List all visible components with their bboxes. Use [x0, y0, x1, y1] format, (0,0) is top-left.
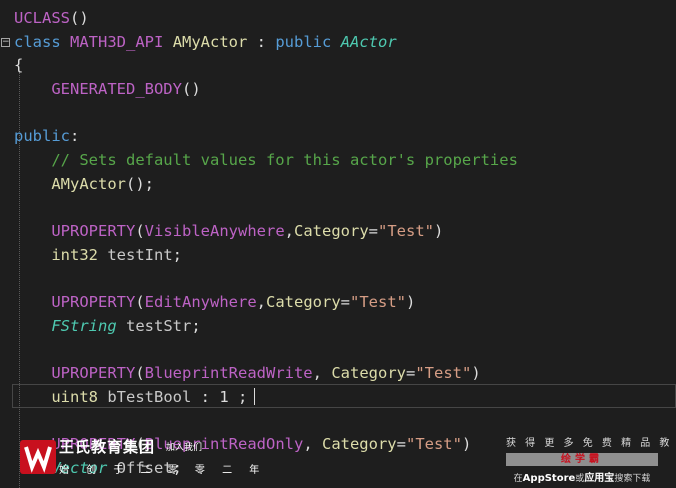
code-token: , — [303, 435, 322, 453]
code-token: MATH3D_API — [70, 33, 164, 51]
code-token: public — [275, 33, 332, 51]
code-token: = — [405, 364, 416, 382]
code-token: testStr — [126, 317, 192, 335]
code-token: { — [14, 56, 24, 74]
code-token: Category — [321, 435, 397, 453]
code-token: : — [70, 127, 80, 145]
code-token: () — [181, 80, 201, 98]
watermark-org-name: 王氏教育集团 — [59, 438, 156, 456]
code-token: UPROPERTY — [51, 222, 136, 240]
watermark-app-name: 绘学霸 — [506, 453, 658, 466]
code-text[interactable]: FString testStr; — [14, 314, 201, 338]
code-token: ( — [135, 293, 145, 311]
hint-post: 搜索下载 — [614, 474, 651, 484]
code-text[interactable]: UPROPERTY(VisibleAnywhere,Category="Test… — [14, 219, 443, 243]
code-token: ) — [406, 293, 416, 311]
code-token: ) — [461, 435, 472, 453]
code-text[interactable]: class MATH3D_API AMyActor : public AActo… — [14, 30, 397, 54]
code-token: class — [14, 33, 61, 51]
brand-logo-icon — [20, 440, 56, 474]
code-text[interactable]: uint8 bTestBool : 1 ; — [14, 385, 247, 409]
code-token: testInt — [107, 246, 173, 264]
hint-store-2: 应用宝 — [584, 473, 615, 484]
hint-mid: 或 — [575, 474, 585, 484]
hint-pre: 在 — [513, 474, 523, 484]
code-token: public — [14, 127, 70, 145]
watermark-slogan: 始 创 于 二 零 零 二 年 — [59, 465, 267, 476]
code-token: ; — [191, 317, 201, 335]
code-token: Category — [266, 293, 341, 311]
code-token: ) — [434, 222, 444, 240]
code-token: "Test" — [378, 222, 434, 240]
code-token: , — [312, 364, 332, 382]
code-editor[interactable]: − UCLASS() class MATH3D_API AMyActor : p… — [0, 0, 676, 488]
code-token: "Test" — [405, 435, 462, 453]
code-text[interactable]: { — [14, 53, 23, 77]
code-token: ; — [172, 246, 183, 264]
code-token: : 1 ; — [191, 388, 248, 406]
hint-store: AppStore — [522, 473, 576, 484]
code-token: FString — [51, 317, 117, 335]
code-token: = — [396, 435, 406, 453]
code-text[interactable]: int32 testInt; — [14, 243, 182, 267]
watermark-org-sub: 加入我们 — [166, 443, 203, 453]
code-text[interactable]: GENERATED_BODY() — [14, 77, 201, 101]
collapse-toggle-icon[interactable]: − — [1, 38, 10, 47]
code-token: GENERATED_BODY — [51, 80, 182, 98]
code-token: = — [368, 222, 378, 240]
text-caret — [254, 388, 255, 405]
code-token: ) — [471, 364, 481, 382]
code-text[interactable]: UPROPERTY(EditAnywhere,Category="Test") — [14, 290, 415, 314]
code-token: "Test" — [350, 293, 406, 311]
code-token: // Sets default values for this actor's … — [51, 151, 518, 169]
code-text[interactable]: UCLASS() — [14, 6, 89, 30]
code-token: BlueprintReadWrite — [144, 364, 313, 382]
code-token: , — [284, 222, 294, 240]
code-token: Category — [294, 222, 369, 240]
code-token: "Test" — [415, 364, 472, 382]
code-token: bTestBool — [107, 388, 192, 406]
code-token: VisibleAnywhere — [144, 222, 285, 240]
code-text[interactable]: // Sets default values for this actor's … — [14, 148, 518, 172]
code-text[interactable]: public: — [14, 124, 79, 148]
code-token: EditAnywhere — [144, 293, 257, 311]
watermark-right: 获 得 更 多 免 费 精 品 教 程 绘学霸 在AppStore或应用宝搜索下… — [506, 434, 676, 484]
code-token: ( — [135, 364, 145, 382]
code-token: int32 — [51, 246, 98, 264]
code-token: AActor — [340, 33, 397, 51]
code-token: , — [256, 293, 266, 311]
code-token: UCLASS — [14, 9, 70, 27]
code-token: AMyActor — [172, 33, 248, 51]
code-token: (); — [125, 175, 154, 193]
code-token: uint8 — [51, 388, 98, 406]
code-token: UPROPERTY — [51, 293, 136, 311]
code-token: UPROPERTY — [51, 364, 136, 382]
code-token: Category — [331, 364, 406, 382]
code-token: ( — [135, 222, 145, 240]
code-text[interactable]: AMyActor(); — [14, 172, 154, 196]
code-token: AMyActor — [51, 175, 126, 193]
code-text[interactable]: UPROPERTY(BlueprintReadWrite, Category="… — [14, 361, 481, 385]
code-token: () — [70, 9, 89, 27]
code-token: : — [247, 33, 276, 51]
code-token: = — [340, 293, 350, 311]
watermark-promo-text: 获 得 更 多 免 费 精 品 教 程 — [506, 438, 676, 449]
watermark-download-hint: 在AppStore或应用宝搜索下载 — [506, 469, 658, 484]
